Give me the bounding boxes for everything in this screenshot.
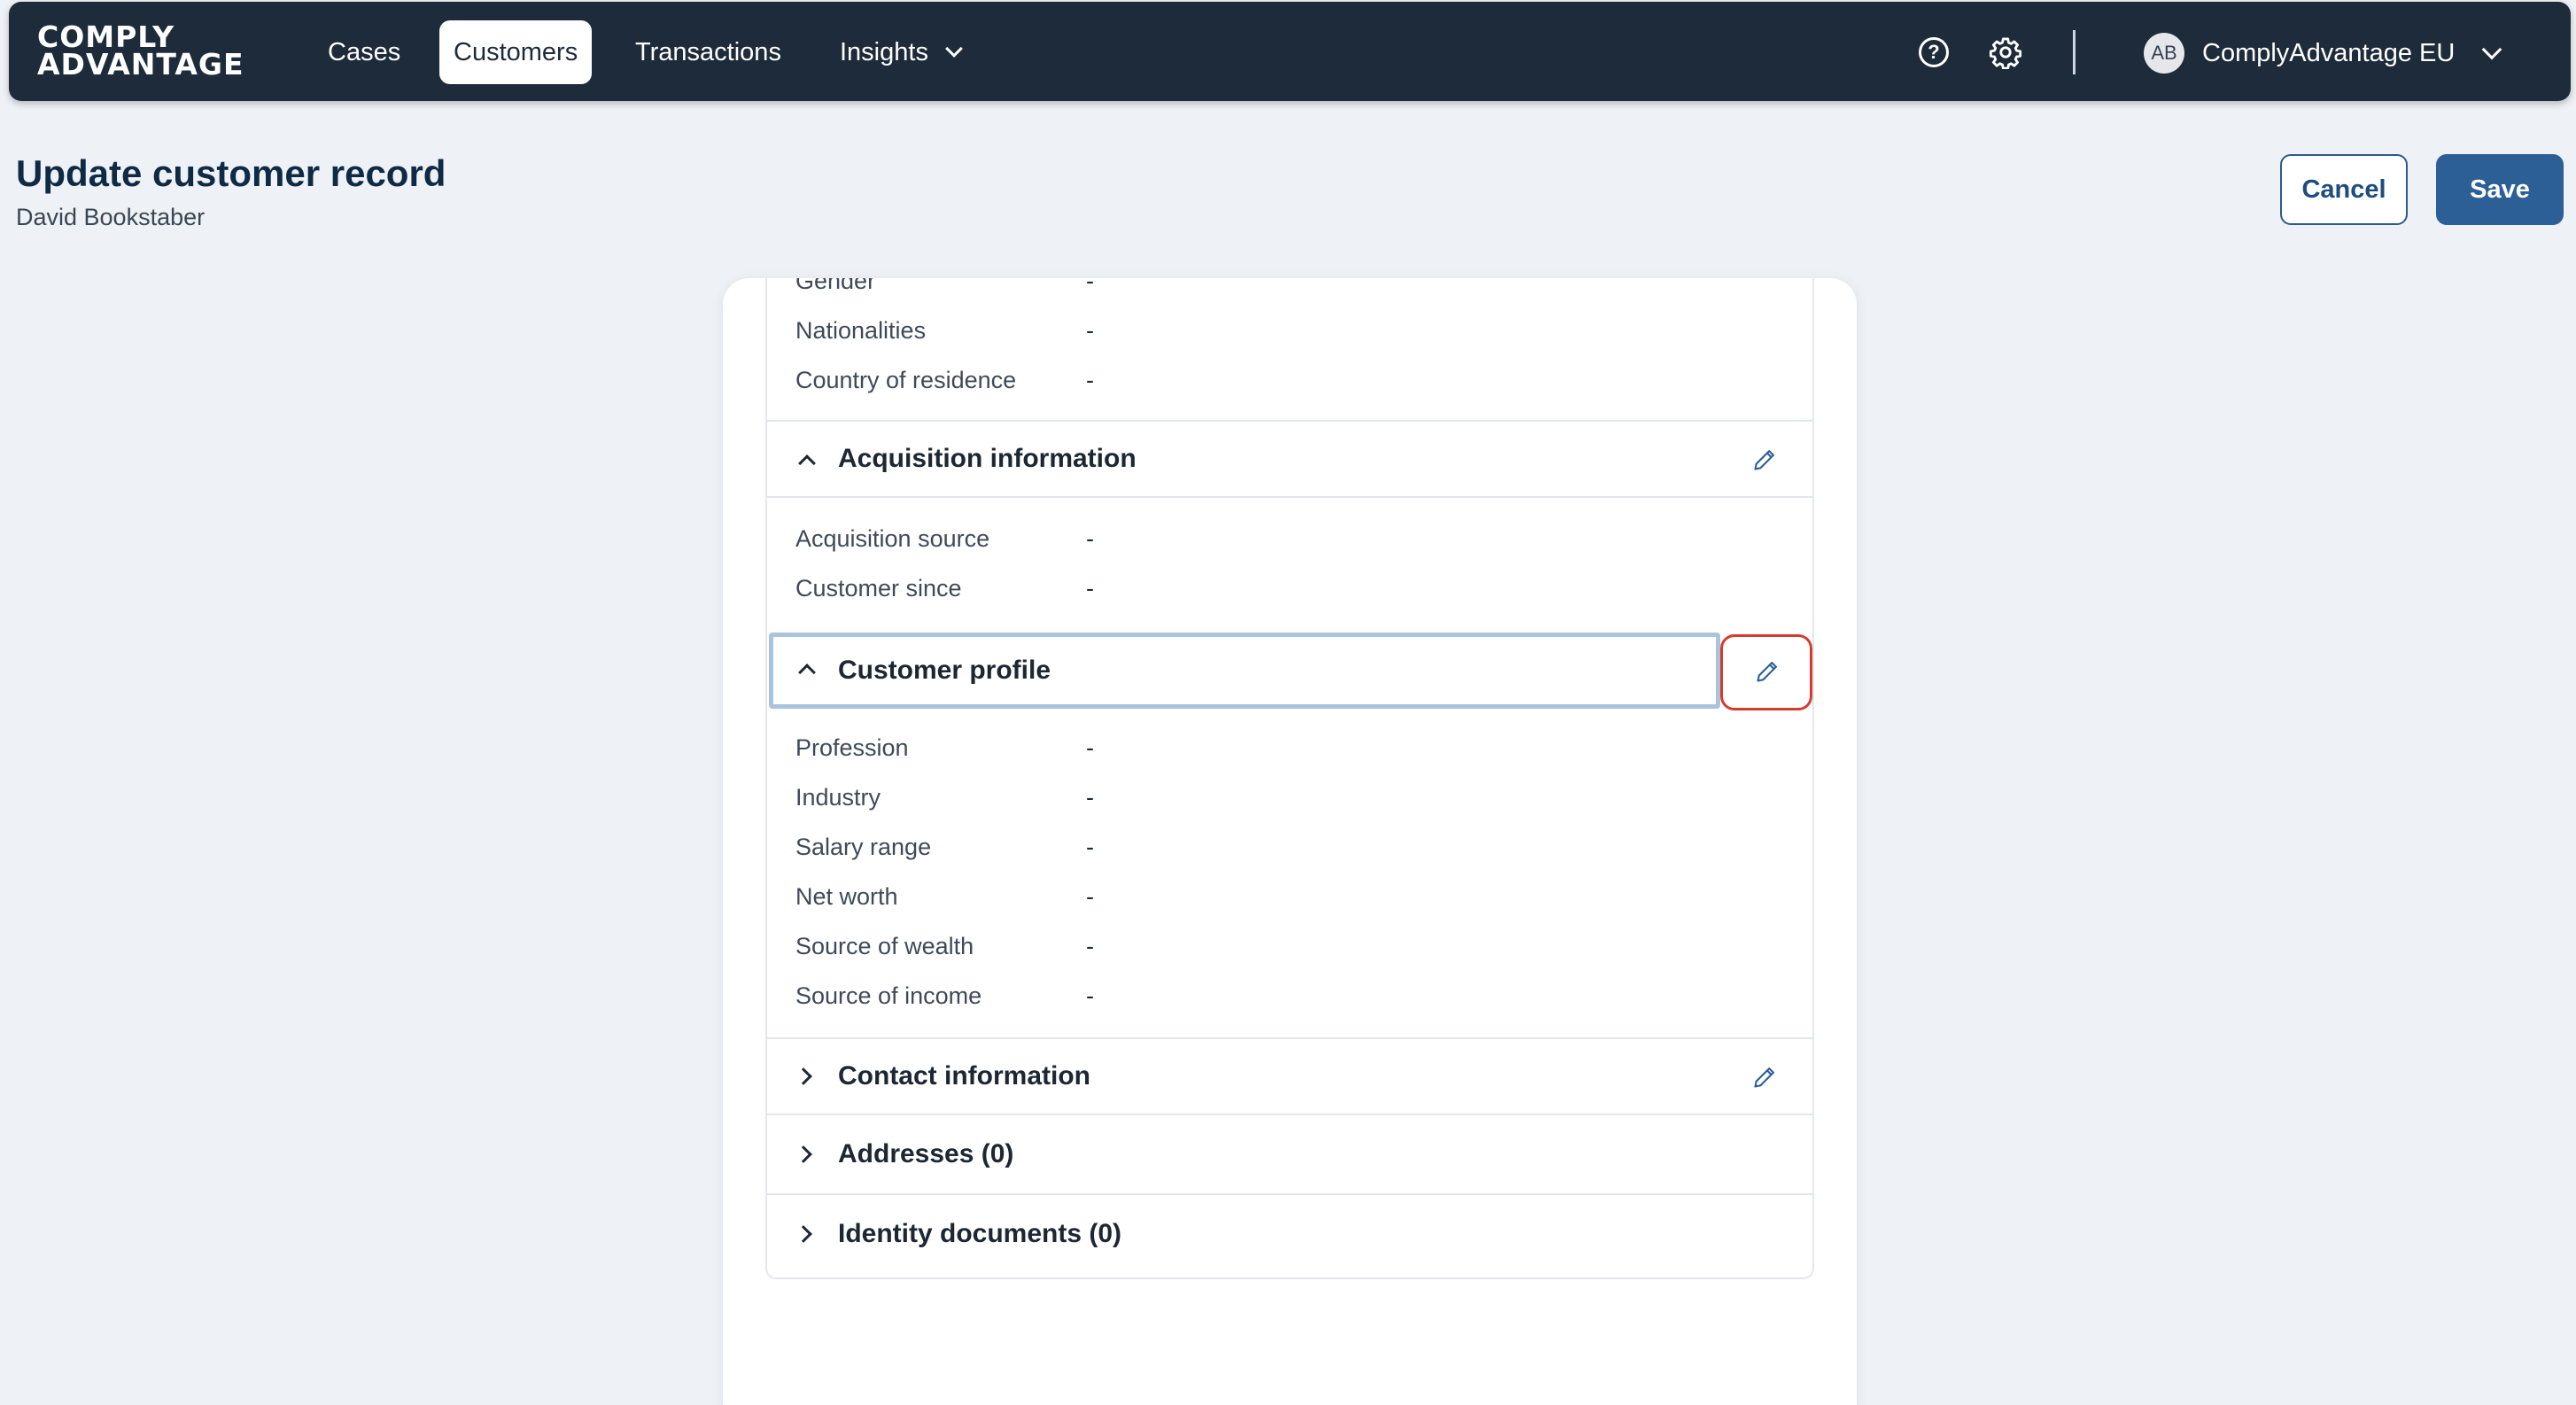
- field-label-nationalities: Nationalities: [795, 317, 927, 344]
- page-subtitle: David Bookstaber: [16, 204, 206, 230]
- edit-customer-profile-button[interactable]: [1720, 634, 1812, 710]
- field-label-country-of-residence: Country of residence: [795, 367, 1017, 393]
- field-label-profession: Profession: [795, 734, 909, 761]
- gear-icon[interactable]: [1989, 35, 2022, 69]
- customer-record-card: Gender - Nationalities - Country of resi…: [723, 278, 1857, 1405]
- nav-divider: [2073, 30, 2076, 74]
- field-label-source-of-wealth: Source of wealth: [795, 933, 974, 959]
- nav-customers[interactable]: Customers: [439, 20, 593, 84]
- field-value-source-of-income: -: [1086, 982, 1094, 1009]
- field-value-profession: -: [1086, 734, 1094, 761]
- field-label-customer-since: Customer since: [795, 575, 962, 602]
- top-nav-bar: COMPLY ADVANTAGE Cases Customers Transac…: [9, 2, 2571, 101]
- field-label-source-of-income: Source of income: [795, 982, 982, 1009]
- nav-insights[interactable]: Insights: [826, 20, 974, 84]
- field-value-gender: -: [1086, 278, 1094, 294]
- brand-logo-line2: ADVANTAGE: [37, 47, 244, 82]
- chevron-right-icon: [795, 1225, 812, 1243]
- field-value-industry: -: [1086, 784, 1094, 811]
- page-title: Update customer record: [16, 152, 446, 194]
- field-value-customer-since: -: [1086, 575, 1094, 602]
- section-title-contact: Contact information: [838, 1061, 1090, 1091]
- field-value-net-worth: -: [1086, 883, 1094, 910]
- section-title-addresses: Addresses (0): [838, 1139, 1014, 1168]
- nav-insights-label: Insights: [840, 38, 928, 66]
- chevron-up-icon: [798, 454, 816, 472]
- field-value-acquisition-source: -: [1086, 525, 1094, 552]
- pencil-icon: [1757, 662, 1777, 682]
- chevron-down-icon: [945, 40, 963, 58]
- section-header-acquisition[interactable]: Acquisition information: [767, 420, 1812, 498]
- nav-transactions[interactable]: Transactions: [621, 20, 795, 84]
- section-header-customer-profile[interactable]: Customer profile: [769, 633, 1720, 709]
- field-value-source-of-wealth: -: [1086, 933, 1094, 959]
- field-label-industry: Industry: [795, 784, 881, 811]
- help-icon[interactable]: ?: [1919, 37, 1949, 67]
- field-label-gender: Gender: [795, 278, 876, 294]
- edit-acquisition-button[interactable]: [1737, 432, 1792, 487]
- avatar[interactable]: AB: [2144, 33, 2184, 74]
- brand-logo[interactable]: COMPLY ADVANTAGE: [37, 22, 244, 82]
- section-header-identity-documents[interactable]: Identity documents (0): [767, 1197, 1812, 1275]
- customer-record-panel: Gender - Nationalities - Country of resi…: [765, 278, 1814, 1279]
- account-name[interactable]: ComplyAdvantage EU: [2202, 34, 2455, 73]
- field-label-net-worth: Net worth: [795, 883, 898, 910]
- cancel-button[interactable]: Cancel: [2280, 154, 2408, 225]
- pencil-icon: [1754, 1067, 1774, 1088]
- field-label-salary-range: Salary range: [795, 834, 932, 860]
- field-value-nationalities: -: [1086, 317, 1094, 344]
- field-value-country-of-residence: -: [1086, 367, 1094, 393]
- nav-cases[interactable]: Cases: [314, 20, 415, 84]
- section-header-contact[interactable]: Contact information: [767, 1037, 1812, 1115]
- section-title-acquisition: Acquisition information: [838, 444, 1137, 473]
- account-chevron-down-icon[interactable]: [2481, 39, 2502, 60]
- chevron-right-icon: [795, 1067, 812, 1085]
- edit-contact-button[interactable]: [1737, 1050, 1792, 1105]
- save-button[interactable]: Save: [2436, 154, 2564, 225]
- chevron-up-icon: [798, 664, 816, 681]
- section-title-identity-documents: Identity documents (0): [838, 1219, 1122, 1248]
- pencil-icon: [1754, 450, 1774, 470]
- section-title-customer-profile: Customer profile: [838, 656, 1051, 685]
- field-label-acquisition-source: Acquisition source: [795, 525, 990, 552]
- chevron-right-icon: [795, 1145, 812, 1163]
- section-header-addresses[interactable]: Addresses (0): [767, 1117, 1812, 1195]
- field-value-salary-range: -: [1086, 834, 1094, 860]
